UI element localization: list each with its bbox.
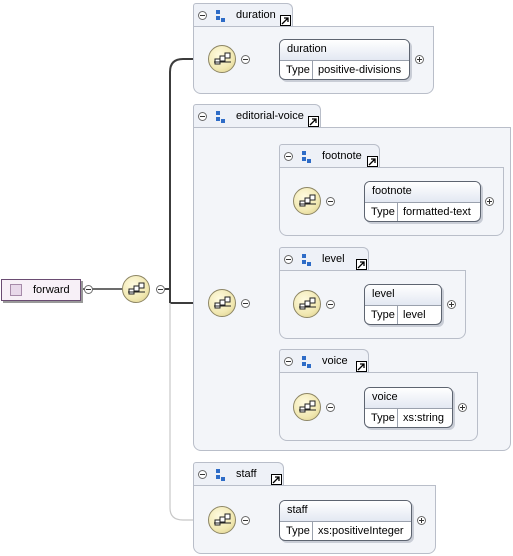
group-title: voice [322, 355, 348, 367]
type-label: Type [365, 203, 398, 221]
group-title: level [322, 253, 345, 265]
expand-element-button[interactable] [447, 300, 456, 309]
sequence-compositor-icon[interactable] [208, 289, 236, 317]
goto-definition-icon[interactable] [356, 361, 367, 372]
collapse-root-button[interactable] [84, 285, 93, 294]
collapse-group-button[interactable] [284, 255, 293, 264]
element-level[interactable]: level Type level [364, 284, 442, 325]
group-title: footnote [322, 150, 362, 162]
group-icon [216, 111, 225, 123]
collapse-sequence-button[interactable] [241, 516, 250, 525]
goto-definition-icon[interactable] [356, 259, 367, 270]
group-title: staff [236, 468, 257, 480]
group-icon [216, 469, 225, 481]
type-value: level [403, 309, 426, 321]
group-title: duration [236, 9, 276, 21]
goto-definition-icon[interactable] [271, 474, 282, 485]
group-tab-level[interactable]: level [279, 247, 369, 271]
element-name: duration [280, 40, 409, 61]
type-value: xs:positiveInteger [318, 525, 404, 537]
group-tab-footnote[interactable]: footnote [279, 144, 380, 168]
goto-definition-icon[interactable] [280, 15, 291, 26]
collapse-sequence-button[interactable] [326, 197, 335, 206]
expand-element-button[interactable] [415, 55, 424, 64]
type-value: formatted-text [403, 206, 471, 218]
element-name: level [365, 285, 441, 306]
sequence-compositor-icon[interactable] [208, 45, 236, 73]
group-tab-editorial-voice[interactable]: editorial-voice [193, 104, 321, 128]
group-tab-voice[interactable]: voice [279, 349, 369, 373]
goto-definition-icon[interactable] [308, 116, 319, 127]
group-title: editorial-voice [236, 110, 304, 122]
collapse-group-button[interactable] [284, 152, 293, 161]
group-icon [302, 356, 311, 368]
element-staff[interactable]: staff Type xs:positiveInteger [279, 500, 412, 541]
element-name: footnote [365, 182, 480, 203]
type-label: Type [280, 522, 313, 540]
collapse-group-button[interactable] [284, 357, 293, 366]
expand-element-button[interactable] [485, 197, 494, 206]
type-label: Type [280, 61, 313, 79]
type-label: Type [365, 409, 398, 427]
element-name: staff [280, 501, 411, 522]
element-icon [10, 284, 22, 296]
sequence-compositor-icon[interactable] [122, 275, 150, 303]
collapse-group-button[interactable] [198, 112, 207, 121]
root-element-label: forward [33, 284, 70, 296]
group-icon [216, 10, 225, 22]
element-duration[interactable]: duration Type positive-divisions [279, 39, 410, 80]
expand-element-button[interactable] [417, 516, 426, 525]
goto-definition-icon[interactable] [367, 156, 378, 167]
group-icon [302, 254, 311, 266]
type-value: positive-divisions [318, 64, 402, 76]
type-value: xs:string [403, 412, 444, 424]
sequence-compositor-icon[interactable] [208, 506, 236, 534]
collapse-sequence-button[interactable] [241, 299, 250, 308]
sequence-compositor-icon[interactable] [293, 393, 321, 421]
collapse-sequence-button[interactable] [326, 403, 335, 412]
group-tab-duration[interactable]: duration [193, 3, 293, 27]
collapse-sequence-button[interactable] [241, 55, 250, 64]
root-element-forward[interactable]: forward [1, 279, 81, 301]
collapse-sequence-button[interactable] [326, 300, 335, 309]
element-name: voice [365, 388, 452, 409]
collapse-group-button[interactable] [198, 470, 207, 479]
group-tab-staff[interactable]: staff [193, 462, 284, 486]
sequence-compositor-icon[interactable] [293, 187, 321, 215]
collapse-group-button[interactable] [198, 11, 207, 20]
group-icon [302, 151, 311, 163]
expand-element-button[interactable] [458, 403, 467, 412]
type-label: Type [365, 306, 398, 324]
element-voice[interactable]: voice Type xs:string [364, 387, 453, 428]
element-footnote[interactable]: footnote Type formatted-text [364, 181, 481, 222]
collapse-sequence-button[interactable] [156, 285, 165, 294]
sequence-compositor-icon[interactable] [293, 290, 321, 318]
